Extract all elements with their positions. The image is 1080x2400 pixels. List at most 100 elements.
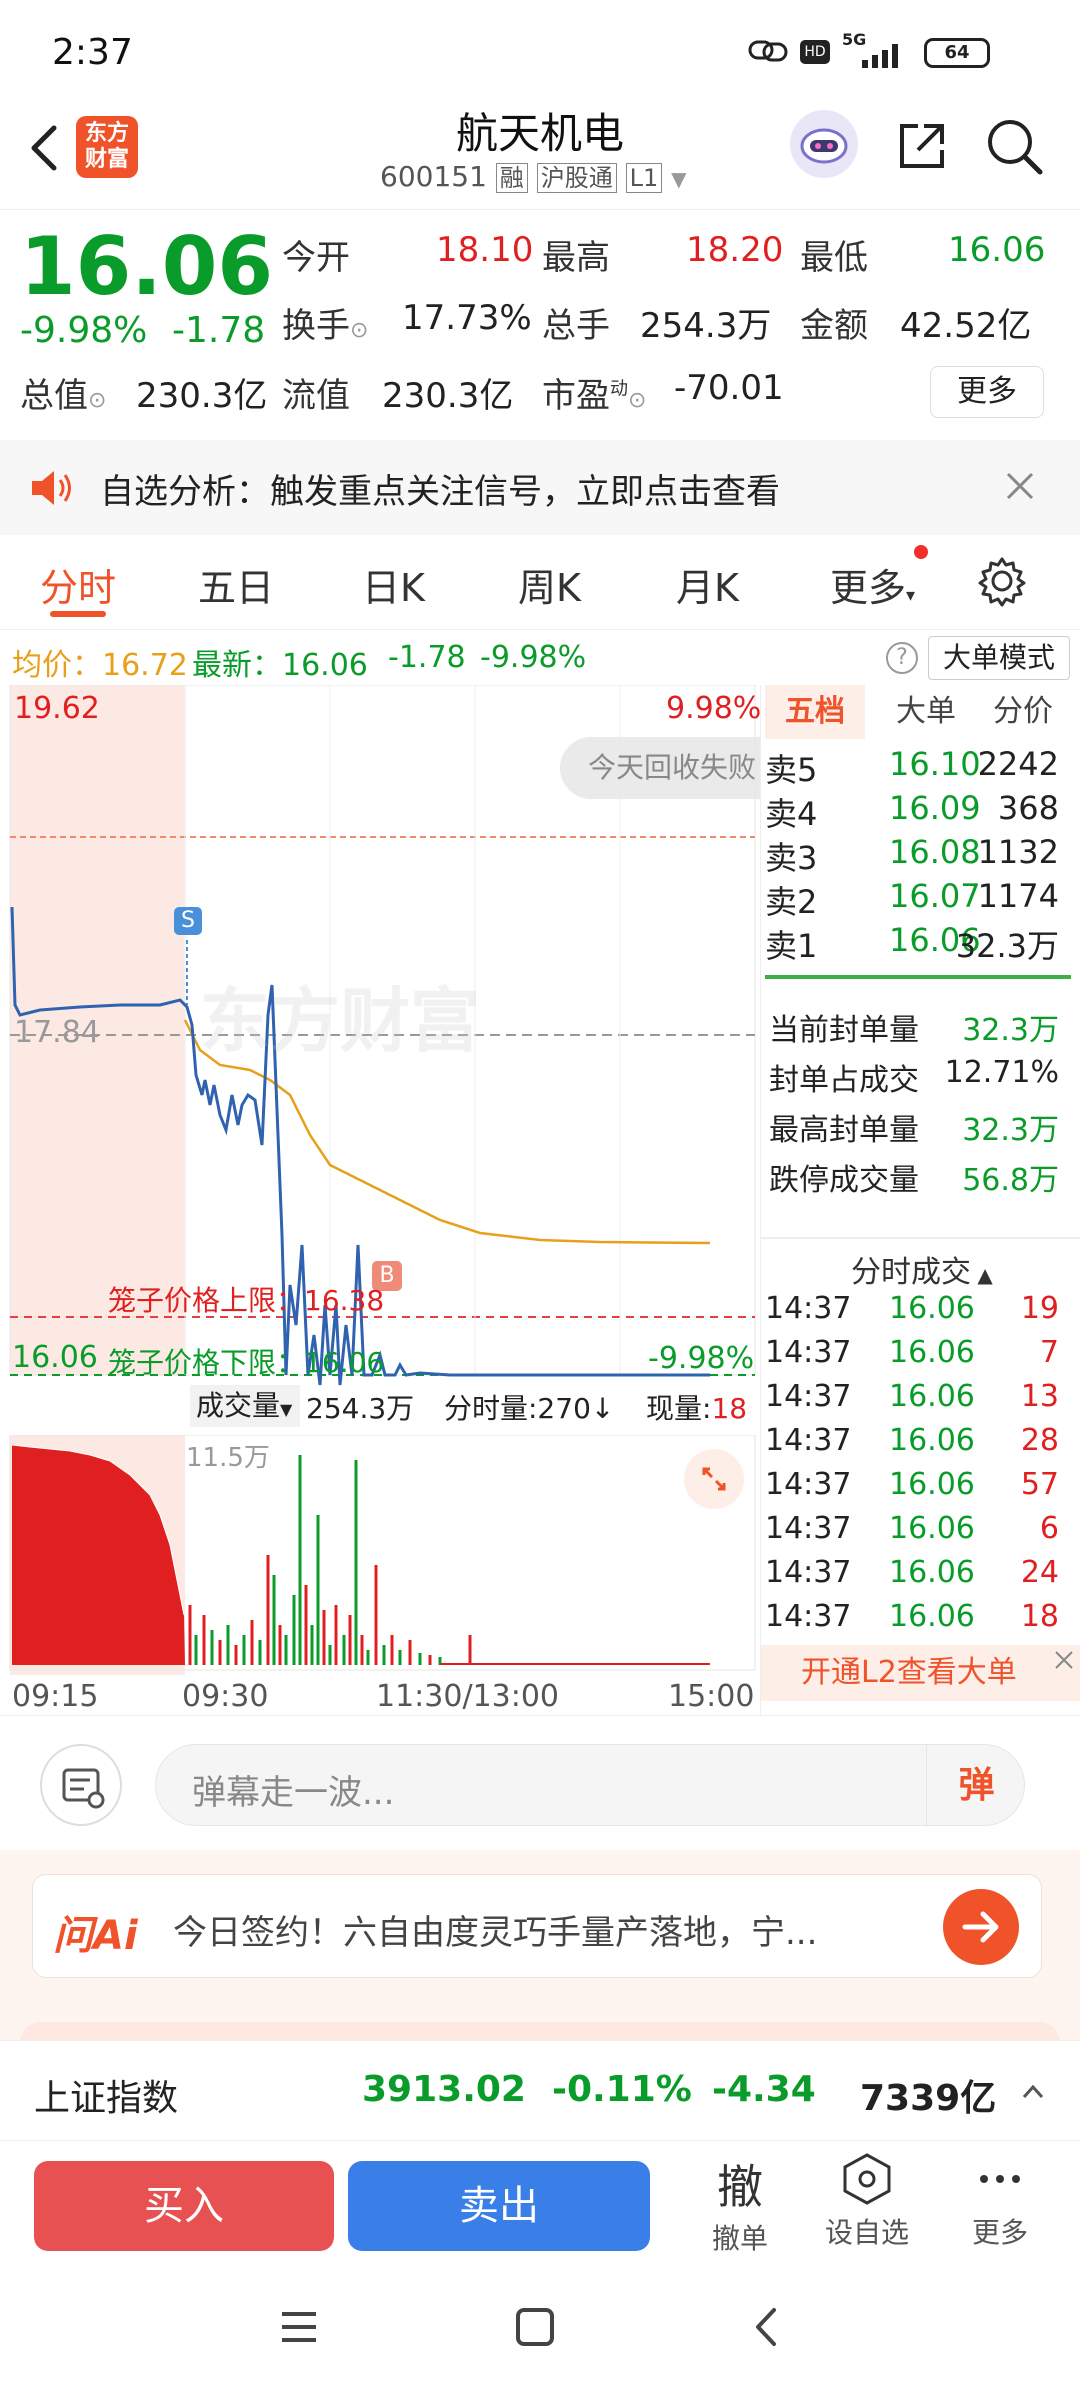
recover-tip[interactable]: 今天回收失败: [560, 737, 760, 799]
close-icon[interactable]: [1002, 468, 1038, 504]
trade-row: 14:37 16.06 7: [765, 1335, 1059, 1370]
cancel-icon: 撤: [717, 2160, 763, 2214]
ai-card[interactable]: 问Ai 今日签约！六自由度灵巧手量产落地，宁...: [32, 1874, 1042, 1978]
tab-intraday[interactable]: 分时: [40, 557, 116, 612]
latest-price: 最新：16.06: [192, 648, 368, 683]
link-icon: [748, 38, 788, 64]
trade-row: 14:37 16.06 57: [765, 1467, 1059, 1502]
low-label: 最低: [800, 238, 868, 278]
info-icon[interactable]: ⊙: [628, 388, 646, 413]
chart-mid-price: 17.84: [14, 1015, 100, 1050]
more-button[interactable]: 更多: [930, 366, 1044, 418]
trade-row: 14:37 16.06 28: [765, 1423, 1059, 1458]
ask-row[interactable]: 卖2 16.07 1174: [761, 877, 1071, 921]
close-icon[interactable]: [1051, 1647, 1077, 1673]
trade-row: 14:37 16.06 13: [765, 1379, 1059, 1414]
latest-change-pct: -9.98%: [480, 640, 587, 675]
more-actions-button[interactable]: 更多: [950, 2151, 1050, 2261]
cancel-order-button[interactable]: 撤 撤单: [690, 2151, 790, 2261]
margin-tag: 融: [495, 163, 528, 193]
chevron-up-icon[interactable]: [1018, 2079, 1048, 2103]
index-change: -4.34: [712, 2069, 816, 2110]
search-icon[interactable]: [982, 114, 1046, 178]
ask-row[interactable]: 卖5 16.10 2242: [761, 745, 1071, 789]
pe-label: 市盈动⊙: [542, 376, 647, 416]
expand-icon[interactable]: [684, 1449, 744, 1509]
high-label: 最高: [542, 238, 610, 278]
signal-icon: [842, 40, 912, 70]
help-icon[interactable]: ?: [886, 642, 918, 674]
gear-icon[interactable]: [976, 555, 1028, 607]
volume-selector[interactable]: 成交量▼: [190, 1385, 300, 1427]
divider: [761, 1237, 1080, 1239]
volume-max-label: 11.5万: [186, 1443, 270, 1473]
stock-code-line: 600151 融 沪股通 L1 ▼: [380, 158, 700, 198]
tab-daily-k[interactable]: 日K: [362, 557, 425, 612]
trade-row: 14:37 16.06 24: [765, 1555, 1059, 1590]
chart-top-pct: 9.98%: [666, 691, 762, 726]
tab-weekly-k[interactable]: 周K: [518, 557, 581, 612]
robot-avatar-icon[interactable]: [790, 110, 858, 178]
trade-actions: 买入 卖出 撤 撤单 设自选 更多: [0, 2140, 1080, 2260]
time-0915: 09:15: [12, 1679, 99, 1714]
latest-change: -1.78: [388, 640, 466, 675]
info-icon[interactable]: ⊙: [350, 318, 368, 343]
ai-section: 问Ai 今日签约！六自由度灵巧手量产落地，宁...: [0, 1850, 1080, 2052]
cage-lower: 笼子价格下限：16.06: [108, 1346, 385, 1379]
more-dots-icon: [980, 2175, 1020, 2183]
danmu-send-button[interactable]: 弹: [926, 1745, 1026, 1827]
home-icon[interactable]: [512, 2304, 558, 2350]
add-watchlist-button[interactable]: 设自选: [812, 2151, 922, 2261]
tab-five-day[interactable]: 五日: [198, 557, 274, 612]
l2-upsell[interactable]: 开通L2查看大单: [761, 1645, 1080, 1701]
banner-text: 自选分析：触发重点关注信号，立即点击查看: [100, 472, 780, 512]
ask-row[interactable]: 卖4 16.09 368: [761, 789, 1071, 833]
pe-value: -70.01: [674, 368, 784, 408]
battery-icon: 64: [924, 38, 990, 68]
trades-title[interactable]: 分时成交 ▲: [851, 1247, 993, 1291]
chart-bottom-price: 16.06: [12, 1340, 98, 1375]
arrow-right-icon[interactable]: [943, 1889, 1019, 1965]
back-nav-icon[interactable]: [744, 2304, 790, 2350]
divider: [765, 975, 1071, 979]
analysis-banner[interactable]: 自选分析：触发重点关注信号，立即点击查看: [0, 440, 1080, 535]
sell-button[interactable]: 卖出: [348, 2161, 650, 2251]
stock-header: 东方 财富 航天机电 600151 融 沪股通 L1 ▼: [0, 100, 1080, 210]
chart-top-price: 19.62: [14, 691, 100, 726]
buy-button[interactable]: 买入: [34, 2161, 334, 2251]
index-name: 上证指数: [34, 2078, 179, 2119]
tab-monthly-k[interactable]: 月K: [676, 557, 739, 612]
volume-chart[interactable]: [0, 1435, 760, 1675]
status-bar: 2:37 HD 5G 64: [0, 0, 1080, 100]
mktcap-value: 230.3亿: [136, 376, 268, 416]
ask-row[interactable]: 卖3 16.08 1132: [761, 833, 1071, 877]
tab-five-level[interactable]: 五档: [765, 685, 865, 739]
tab-big-order[interactable]: 大单: [881, 685, 971, 739]
minute-volume: 分时量:270↓: [444, 1392, 615, 1425]
turnover-label: 换手⊙: [282, 306, 369, 346]
turnover-value: 17.73%: [402, 298, 532, 338]
volume-value: 254.3万: [640, 306, 772, 346]
sell-marker[interactable]: S: [174, 907, 202, 935]
avg-price: 均价：16.72: [12, 648, 188, 683]
speaker-icon: [28, 468, 74, 508]
share-icon[interactable]: [892, 116, 952, 176]
watermark: 东方财富: [200, 980, 480, 1062]
big-order-mode-button[interactable]: 大单模式: [928, 636, 1070, 680]
ask-row[interactable]: 卖1 16.06 32.3万: [761, 921, 1071, 965]
orderbook-panel: 五档 大单 分价 卖5 16.10 2242 卖4 16.09 368 卖3 16.08 1…: [760, 685, 1080, 1715]
ai-logo: 问Ai: [53, 1913, 138, 1959]
caret-down-icon[interactable]: ▼: [671, 167, 686, 191]
tab-price-dist[interactable]: 分价: [973, 685, 1073, 739]
index-ticker[interactable]: 上证指数 3913.02 -0.11% -4.34 7339亿: [0, 2040, 1080, 2140]
limit-stat-row: 封单占成交 12.71%: [769, 1055, 1059, 1098]
index-amount: 7339亿: [860, 2078, 997, 2119]
danmu-input[interactable]: 弹幕走一波... 弹: [155, 1744, 1026, 1827]
menu-icon[interactable]: [276, 2304, 322, 2350]
danmu-settings-icon[interactable]: [40, 1744, 122, 1826]
status-time: 2:37: [52, 32, 133, 73]
tab-more[interactable]: 更多▾: [830, 557, 915, 612]
info-icon[interactable]: ⊙: [88, 388, 106, 413]
chart-tabs: 分时 五日 日K 周K 月K 更多▾: [0, 535, 1080, 630]
cage-upper: 笼子价格上限：16.38: [108, 1284, 385, 1317]
